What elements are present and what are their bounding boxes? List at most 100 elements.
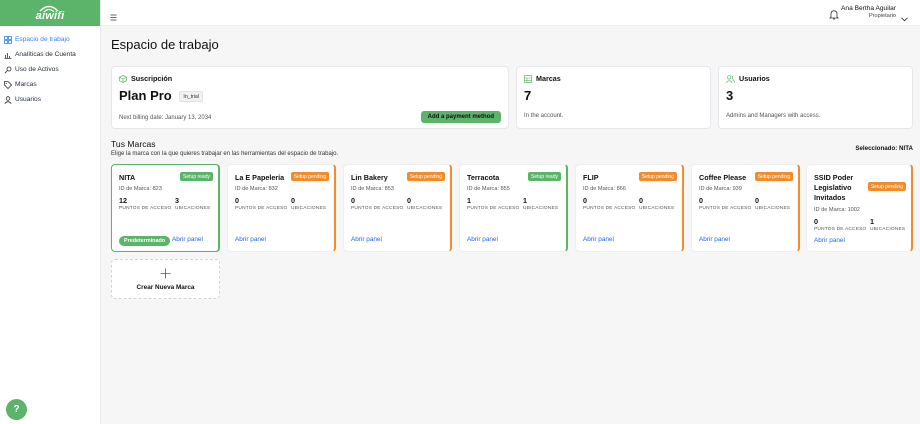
- create-brand-button[interactable]: Crear Nueva Marca: [111, 259, 220, 299]
- stat-value: 1: [523, 196, 527, 205]
- subscription-header: Suscripción: [119, 74, 172, 83]
- stat-value: 3: [175, 196, 179, 205]
- open-panel-link[interactable]: Abrir panel: [467, 236, 498, 243]
- access-points-stat: 0 PUNTOS DE ACCESO: [583, 196, 635, 211]
- chevron-down-icon[interactable]: [901, 9, 908, 27]
- trial-badge: In_trial: [179, 91, 203, 103]
- bell-icon[interactable]: [829, 7, 839, 25]
- stat-value: 0: [351, 196, 355, 205]
- brand-name: Lin Bakery: [351, 173, 388, 182]
- brand-card-la-e-papeleria[interactable]: La E Papelería Setup pending ID de Marca…: [227, 164, 336, 252]
- sidebar-item-label: Analíticas de Cuenta: [15, 51, 76, 58]
- brand-card-flip[interactable]: FLIP Setup pending ID de Marca: 866 0 PUN…: [575, 164, 684, 252]
- status-badge: Setup pending: [290, 172, 329, 181]
- brand-card-lin-bakery[interactable]: Lin Bakery Setup pending ID de Marca: 85…: [343, 164, 452, 252]
- sidebar-item-analiticas[interactable]: Analíticas de Cuenta: [0, 47, 100, 62]
- open-panel-link[interactable]: Abrir panel: [235, 236, 266, 243]
- locations-stat: 0 UBICACIONES: [755, 196, 790, 211]
- page-title: Espacio de trabajo: [111, 37, 219, 52]
- stat-value: 0: [407, 196, 411, 205]
- locations-stat: 1 UBICACIONES: [870, 217, 905, 232]
- brand-card-terracota[interactable]: Terracota Setup ready ID de Marca: 855 1…: [459, 164, 568, 252]
- stat-label: UBICACIONES: [755, 206, 791, 211]
- brand-card-coffee-please[interactable]: Coffee Please Setup pending ID de Marca:…: [691, 164, 800, 252]
- locations-stat: 0 UBICACIONES: [639, 196, 674, 211]
- stat-label: UBICACIONES: [870, 227, 906, 232]
- access-points-stat: 0 PUNTOS DE ACCESO: [235, 196, 287, 211]
- status-badge: Setup pending: [754, 172, 793, 181]
- stat-value: 0: [699, 196, 703, 205]
- wifi-logo-icon: [39, 5, 59, 13]
- stat-value: 1: [467, 196, 471, 205]
- locations-stat: 0 UBICACIONES: [407, 196, 442, 211]
- brand-name: Terracota: [467, 173, 500, 182]
- menu-icon[interactable]: [110, 8, 117, 26]
- sidebar: aiwifi Espacio de trabajo Analíticas de …: [0, 0, 101, 424]
- status-badge: Setup pending: [406, 172, 445, 181]
- open-panel-link[interactable]: Abrir panel: [814, 237, 845, 244]
- plan-name: Plan Pro In_trial: [119, 88, 203, 103]
- table-icon: [524, 74, 532, 83]
- stat-label: PUNTOS DE ACCESO: [467, 206, 520, 211]
- brand-name: NITA: [119, 173, 136, 182]
- users-icon: [726, 74, 735, 83]
- stat-label: PUNTOS DE ACCESO: [583, 206, 636, 211]
- tag-icon: [4, 80, 12, 89]
- stat-value: 0: [814, 217, 818, 226]
- sidebar-nav: Espacio de trabajo Analíticas de Cuenta …: [0, 26, 100, 107]
- stat-label: UBICACIONES: [175, 206, 211, 211]
- stat-label: UBICACIONES: [523, 206, 559, 211]
- brand-card-nita[interactable]: NITA Setup ready ID de Marca: 823 12 PUNT…: [111, 164, 220, 252]
- open-panel-link[interactable]: Abrir panel: [351, 236, 382, 243]
- topbar: Ana Bertha Aguilar Propietario: [101, 0, 920, 26]
- user-menu[interactable]: Ana Bertha Aguilar Propietario: [841, 5, 896, 19]
- sidebar-item-label: Usuarios: [15, 96, 42, 103]
- sidebar-item-marcas[interactable]: Marcas: [0, 77, 100, 92]
- brands-summary-title: Marcas: [536, 74, 561, 83]
- brand-card-ssid-poder[interactable]: SSID Poder Legislativo Invitados Setup p…: [806, 164, 913, 252]
- status-badge: Setup ready: [528, 172, 561, 181]
- stat-value: 0: [583, 196, 587, 205]
- chart-icon: [4, 51, 12, 59]
- status-badge: Setup pending: [638, 172, 677, 181]
- brand-id: ID de Marca: 832: [235, 186, 278, 192]
- users-count: 3: [726, 88, 734, 103]
- access-points-stat: 12 PUNTOS DE ACCESO: [119, 196, 171, 211]
- stat-value: 0: [291, 196, 295, 205]
- users-summary-card: Usuarios 3 Admins and Managers with acce…: [718, 66, 913, 129]
- sidebar-item-label: Marcas: [15, 81, 37, 88]
- logo[interactable]: aiwifi: [0, 0, 100, 26]
- stat-label: PUNTOS DE ACCESO: [351, 206, 404, 211]
- brand-id: ID de Marca: 866: [583, 186, 626, 192]
- locations-stat: 1 UBICACIONES: [523, 196, 558, 211]
- brands-section-subtitle: Elige la marca con la que quieres trabaj…: [111, 151, 339, 157]
- plus-icon: [160, 266, 171, 284]
- brand-name: FLIP: [583, 173, 599, 182]
- add-payment-button[interactable]: Add a payment method: [420, 111, 501, 123]
- brand-name: Coffee Please: [699, 173, 747, 182]
- stat-label: PUNTOS DE ACCESO: [814, 227, 867, 232]
- open-panel-link[interactable]: Abrir panel: [699, 236, 730, 243]
- stat-value: 0: [235, 196, 239, 205]
- open-panel-link[interactable]: Abrir panel: [172, 236, 203, 243]
- create-brand-label: Crear Nueva Marca: [136, 284, 195, 291]
- default-badge: Predeterminado: [119, 236, 171, 246]
- sidebar-item-espacio[interactable]: Espacio de trabajo: [0, 32, 100, 47]
- users-note: Admins and Managers with access.: [726, 113, 821, 119]
- key-icon: [4, 66, 12, 74]
- stat-value: 0: [639, 196, 643, 205]
- sidebar-item-usuarios[interactable]: Usuarios: [0, 92, 100, 107]
- sidebar-item-uso[interactable]: Uso de Activos: [0, 62, 100, 77]
- open-panel-link[interactable]: Abrir panel: [583, 236, 614, 243]
- subscription-card: Suscripción Plan Pro In_trial Next billi…: [111, 66, 509, 129]
- stat-value: 0: [755, 196, 759, 205]
- selected-brand: Seleccionado: NITA: [855, 145, 913, 152]
- users-summary-header: Usuarios: [726, 74, 770, 83]
- user-icon: [4, 95, 12, 104]
- status-badge: Setup pending: [867, 182, 906, 191]
- access-points-stat: 1 PUNTOS DE ACCESO: [467, 196, 519, 211]
- brand-name: La E Papelería: [235, 173, 285, 182]
- help-button[interactable]: ?: [6, 399, 27, 420]
- brand-id: ID de Marca: 1002: [814, 207, 861, 213]
- plan-label: Plan Pro: [119, 88, 172, 103]
